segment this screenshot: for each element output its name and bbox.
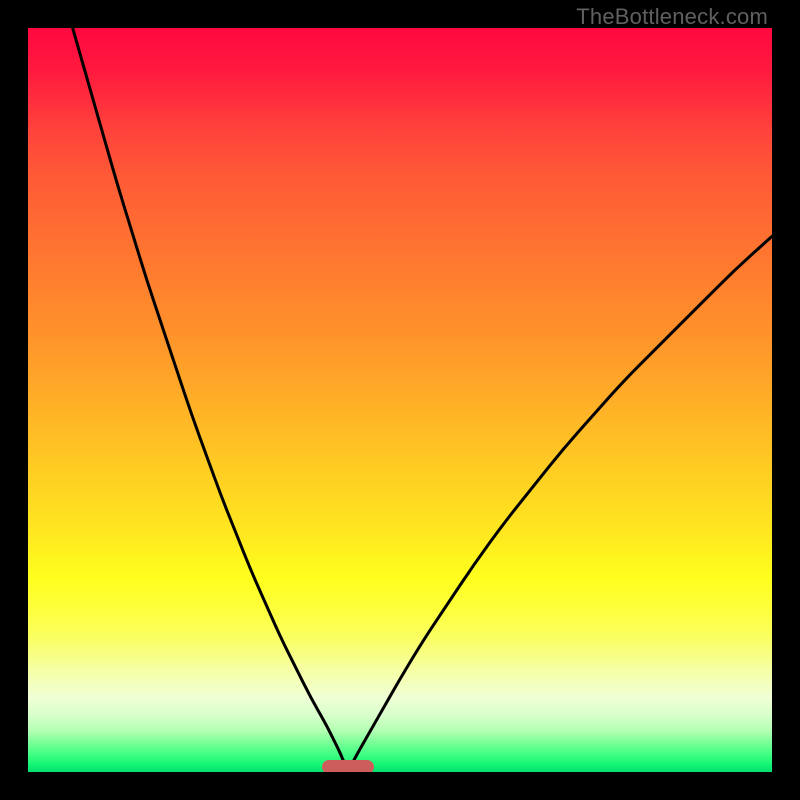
chart-frame: TheBottleneck.com — [0, 0, 800, 800]
curve-layer — [28, 28, 772, 772]
curve-right-branch — [348, 236, 772, 772]
optimum-marker — [322, 760, 374, 772]
watermark-text: TheBottleneck.com — [576, 4, 768, 30]
curve-left-branch — [73, 28, 348, 772]
plot-area — [28, 28, 772, 772]
